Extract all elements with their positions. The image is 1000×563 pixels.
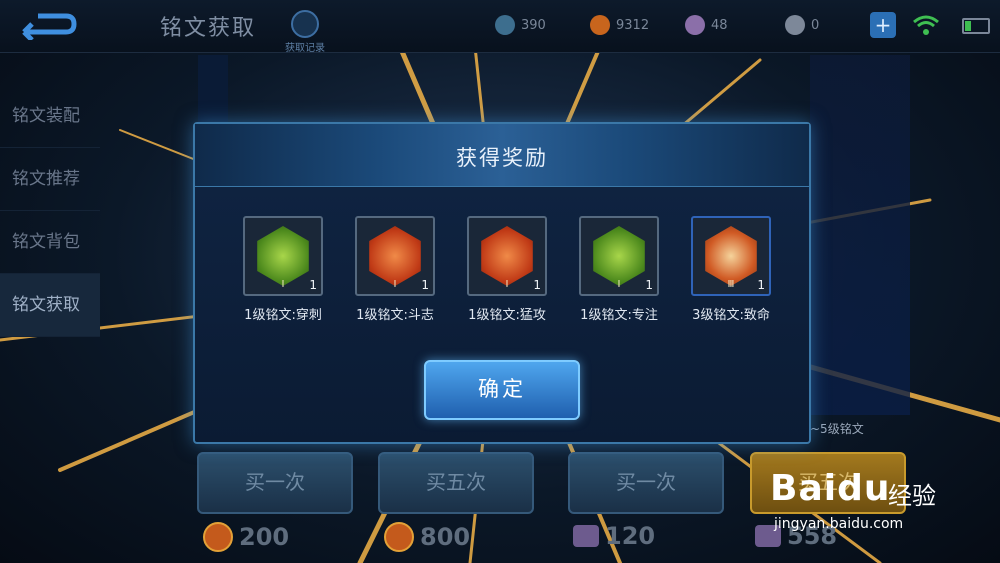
right-panel-background bbox=[810, 55, 910, 415]
price-once-coin: 200 bbox=[203, 522, 289, 552]
reward-count: 1 bbox=[421, 278, 429, 292]
coin-icon bbox=[590, 15, 610, 35]
sidebar: 铭文装配 铭文推荐 铭文背包 铭文获取 bbox=[0, 85, 100, 337]
top-bar: 铭文获取 获取记录 390 9312 48 0 + bbox=[0, 0, 1000, 54]
price-value: 800 bbox=[420, 523, 471, 551]
watermark-brand: Baidu bbox=[770, 468, 891, 509]
dialog-header: 获得奖励 bbox=[195, 124, 809, 187]
coin-icon bbox=[384, 522, 414, 552]
level-note: ~5级铭文 bbox=[810, 422, 864, 436]
reward-item[interactable]: Ⅰ 1 1级铭文:穿刺 bbox=[227, 216, 339, 323]
reward-count: 1 bbox=[309, 278, 317, 292]
reward-frame: Ⅰ 1 bbox=[355, 216, 435, 296]
inscription-focus-icon bbox=[593, 226, 645, 286]
confirm-button[interactable]: 确定 bbox=[424, 360, 580, 420]
watermark-cn: 经验 bbox=[888, 482, 936, 510]
coin-resource: 9312 bbox=[590, 14, 649, 36]
wifi-icon bbox=[913, 15, 939, 35]
voucher-resource: 0 bbox=[785, 14, 819, 36]
inscription-assault-icon bbox=[481, 226, 533, 286]
price-value: 200 bbox=[239, 523, 290, 551]
reward-dialog: 获得奖励 Ⅰ 1 1级铭文:穿刺 Ⅰ 1 1级铭文:斗志 Ⅰ 1 1级铭文:猛攻… bbox=[193, 122, 811, 444]
price-five-coin: 800 bbox=[384, 522, 470, 552]
reward-count: 1 bbox=[645, 278, 653, 292]
diamond-icon bbox=[495, 15, 515, 35]
watermark-url: jingyan.baidu.com bbox=[774, 516, 904, 532]
crystal-icon bbox=[685, 15, 705, 35]
reward-name: 1级铭文:专注 bbox=[580, 308, 658, 323]
reward-name: 1级铭文:穿刺 bbox=[244, 308, 322, 323]
buy-five-coin-button[interactable]: 买五次 bbox=[378, 452, 534, 514]
crystal-icon bbox=[573, 525, 599, 547]
coin-count: 9312 bbox=[616, 17, 650, 33]
reward-name: 3级铭文:致命 bbox=[692, 308, 770, 323]
back-arrow-icon[interactable] bbox=[18, 10, 80, 40]
recharge-plus-button[interactable]: + bbox=[870, 12, 896, 38]
reward-name: 1级铭文:猛攻 bbox=[468, 308, 546, 323]
diamond-resource: 390 bbox=[495, 14, 546, 36]
record-label: 获取记录 bbox=[285, 43, 325, 54]
sidebar-item-recommend[interactable]: 铭文推荐 bbox=[0, 148, 100, 211]
reward-name: 1级铭文:斗志 bbox=[356, 308, 434, 323]
voucher-icon bbox=[785, 15, 805, 35]
reward-frame: Ⅰ 1 bbox=[467, 216, 547, 296]
crystal-resource: 48 bbox=[685, 14, 728, 36]
buy-once-crystal-button[interactable]: 买一次 bbox=[568, 452, 724, 514]
buy-once-coin-button[interactable]: 买一次 bbox=[197, 452, 353, 514]
page-title: 铭文获取 bbox=[160, 16, 257, 41]
reward-frame: Ⅲ 1 bbox=[691, 216, 771, 296]
reward-list: Ⅰ 1 1级铭文:穿刺 Ⅰ 1 1级铭文:斗志 Ⅰ 1 1级铭文:猛攻 Ⅰ 1 … bbox=[227, 216, 787, 323]
battery-icon bbox=[962, 18, 990, 34]
crystal-count: 48 bbox=[711, 17, 728, 33]
sidebar-item-equip[interactable]: 铭文装配 bbox=[0, 85, 100, 148]
reward-item[interactable]: Ⅰ 1 1级铭文:专注 bbox=[563, 216, 675, 323]
inscription-fighting-spirit-icon bbox=[369, 226, 421, 286]
price-once-crystal: 120 bbox=[573, 522, 655, 550]
price-value: 120 bbox=[605, 522, 656, 550]
inscription-lethal-icon bbox=[705, 226, 757, 286]
voucher-count: 0 bbox=[811, 17, 820, 33]
baidu-watermark: Baidu 经验 jingyan.baidu.com bbox=[770, 458, 990, 548]
reward-frame: Ⅰ 1 bbox=[579, 216, 659, 296]
reward-item[interactable]: Ⅰ 1 1级铭文:斗志 bbox=[339, 216, 451, 323]
dialog-title: 获得奖励 bbox=[456, 146, 548, 170]
coin-icon bbox=[203, 522, 233, 552]
reward-count: 1 bbox=[533, 278, 541, 292]
reward-count: 1 bbox=[757, 278, 765, 292]
diamond-count: 390 bbox=[521, 17, 546, 33]
record-button[interactable]: 获取记录 bbox=[280, 10, 330, 54]
sidebar-item-bag[interactable]: 铭文背包 bbox=[0, 211, 100, 274]
sidebar-item-obtain[interactable]: 铭文获取 bbox=[0, 274, 100, 337]
reward-item[interactable]: Ⅲ 1 3级铭文:致命 bbox=[675, 216, 787, 323]
reward-frame: Ⅰ 1 bbox=[243, 216, 323, 296]
record-icon bbox=[291, 10, 319, 38]
reward-item[interactable]: Ⅰ 1 1级铭文:猛攻 bbox=[451, 216, 563, 323]
inscription-piercing-icon bbox=[257, 226, 309, 286]
